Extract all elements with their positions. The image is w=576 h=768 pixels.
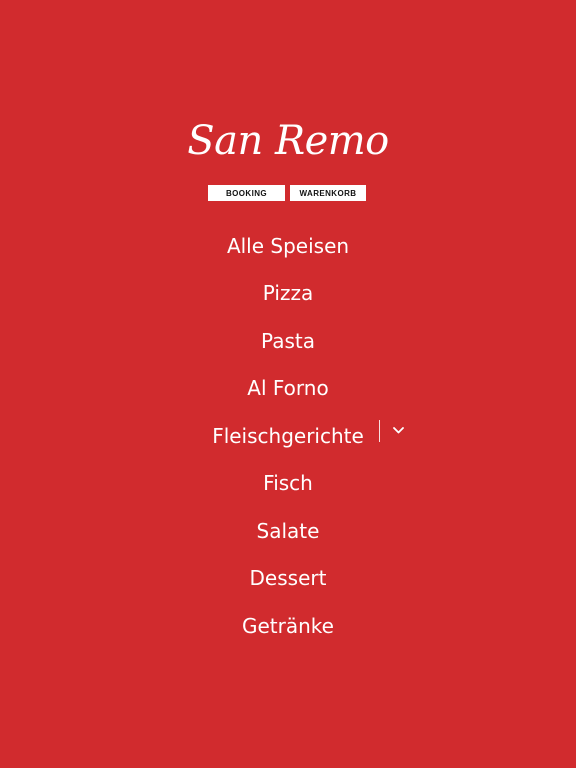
menu-item-getraenke: Getränke bbox=[0, 602, 576, 650]
site-logo[interactable]: San Remo bbox=[0, 113, 576, 169]
menu-link-fleischgerichte[interactable]: Fleischgerichte bbox=[212, 424, 364, 448]
menu-item-al-forno: Al Forno bbox=[0, 365, 576, 413]
top-buttons: BOOKING WARENKORB bbox=[208, 185, 366, 201]
booking-button[interactable]: BOOKING bbox=[208, 185, 285, 201]
menu-item-dessert: Dessert bbox=[0, 555, 576, 603]
menu-link-alle-speisen[interactable]: Alle Speisen bbox=[227, 234, 349, 258]
main-menu: Alle Speisen Pizza Pasta Al Forno Fleisc… bbox=[0, 222, 576, 650]
menu-item-fisch: Fisch bbox=[0, 460, 576, 508]
menu-item-pizza: Pizza bbox=[0, 270, 576, 318]
menu-link-getraenke[interactable]: Getränke bbox=[242, 614, 334, 638]
menu-link-pasta[interactable]: Pasta bbox=[261, 329, 315, 353]
menu-link-fisch[interactable]: Fisch bbox=[263, 471, 313, 495]
menu-item-fleischgerichte: Fleischgerichte bbox=[0, 412, 576, 460]
menu-link-al-forno[interactable]: Al Forno bbox=[247, 376, 328, 400]
menu-item-salate: Salate bbox=[0, 507, 576, 555]
menu-link-pizza[interactable]: Pizza bbox=[263, 281, 313, 305]
submenu-toggle-button[interactable] bbox=[379, 419, 408, 442]
menu-link-salate[interactable]: Salate bbox=[257, 519, 320, 543]
menu-item-pasta: Pasta bbox=[0, 317, 576, 365]
cart-button[interactable]: WARENKORB bbox=[290, 185, 366, 201]
menu-link-dessert[interactable]: Dessert bbox=[250, 566, 327, 590]
menu-item-alle-speisen: Alle Speisen bbox=[0, 222, 576, 270]
chevron-down-icon bbox=[392, 427, 404, 434]
